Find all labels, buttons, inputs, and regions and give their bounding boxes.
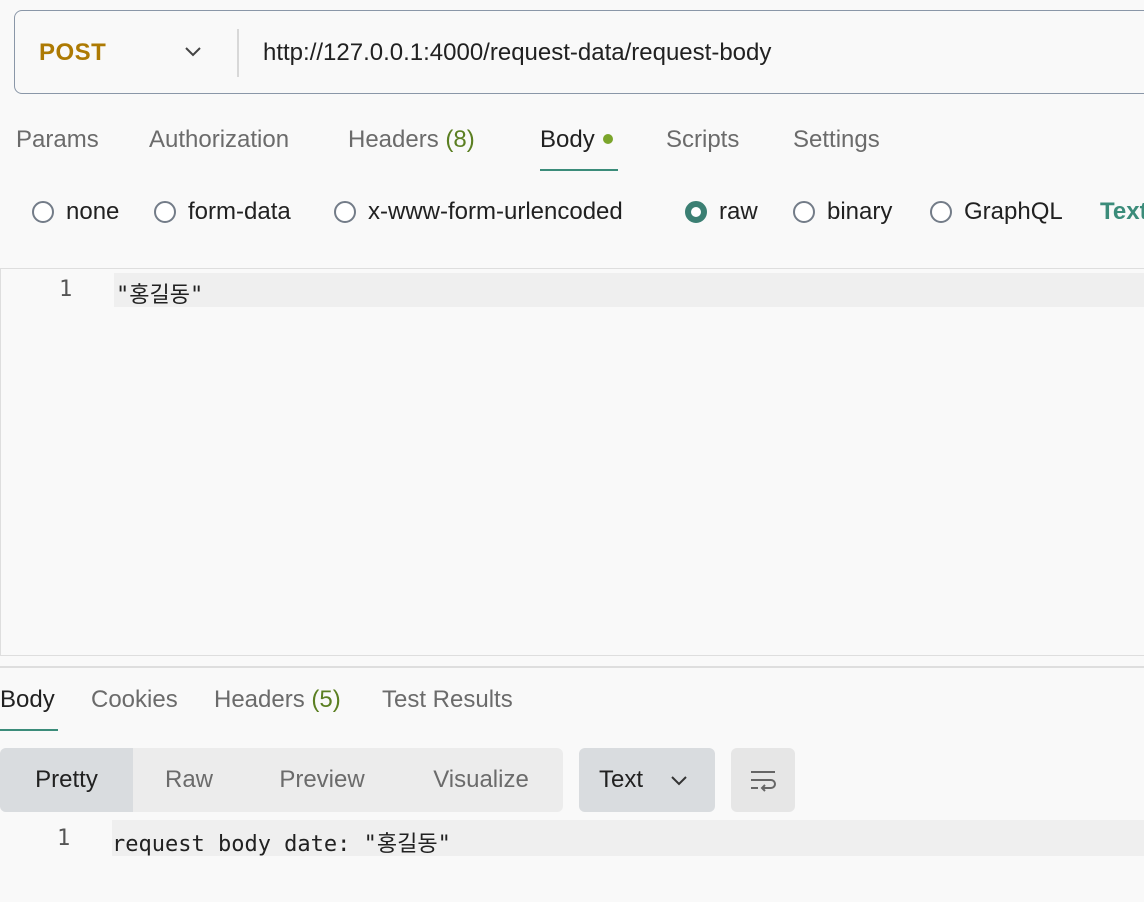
- tab-settings[interactable]: Settings: [793, 126, 880, 154]
- request-url-bar: POST http://127.0.0.1:4000/request-data/…: [14, 10, 1144, 94]
- tab-params[interactable]: Params: [16, 126, 99, 154]
- radio-label: GraphQL: [964, 198, 1063, 225]
- chevron-down-icon: [671, 776, 687, 786]
- divider: [237, 29, 239, 77]
- response-tab-test-results[interactable]: Test Results: [382, 686, 513, 714]
- editor-line[interactable]: "홍길동": [116, 277, 203, 309]
- method-select[interactable]: POST: [39, 39, 106, 67]
- raw-format-select[interactable]: Text: [1100, 198, 1144, 226]
- radio-label: form-data: [188, 198, 291, 225]
- response-format-label: Text: [599, 766, 644, 793]
- response-tab-cookies[interactable]: Cookies: [91, 686, 178, 714]
- wrap-lines-button[interactable]: [731, 748, 795, 812]
- radio-circle-icon: [334, 201, 356, 223]
- active-tab-indicator: [540, 169, 618, 171]
- response-tab-headers-count: (5): [311, 686, 341, 713]
- modified-dot-icon: [602, 133, 613, 144]
- tab-scripts[interactable]: Scripts: [666, 126, 739, 154]
- radio-circle-icon: [793, 201, 815, 223]
- radio-selected-icon: [685, 201, 707, 223]
- request-body-editor[interactable]: [0, 268, 1144, 656]
- radio-binary[interactable]: binary: [793, 198, 892, 226]
- view-raw-button[interactable]: Raw: [133, 748, 245, 812]
- tab-headers-count: (8): [445, 126, 475, 153]
- radio-circle-icon: [930, 201, 952, 223]
- response-tab-headers-label: Headers: [214, 686, 305, 713]
- radio-label: none: [66, 198, 120, 225]
- tab-headers[interactable]: Headers (8): [348, 126, 475, 154]
- radio-circle-icon: [154, 201, 176, 223]
- radio-label: binary: [827, 198, 893, 225]
- tab-body[interactable]: Body: [540, 126, 613, 154]
- panel-divider[interactable]: [0, 666, 1144, 668]
- line-number: 1: [59, 277, 73, 302]
- radio-raw[interactable]: raw: [685, 198, 758, 226]
- wrap-lines-icon: [751, 771, 776, 792]
- response-tab-headers[interactable]: Headers (5): [214, 686, 341, 714]
- tab-body-label: Body: [540, 126, 595, 153]
- radio-graphql[interactable]: GraphQL: [930, 198, 1063, 226]
- tab-authorization[interactable]: Authorization: [149, 126, 289, 154]
- radio-none[interactable]: none: [32, 198, 119, 226]
- view-pretty-button[interactable]: Pretty: [0, 748, 133, 812]
- radio-form-data[interactable]: form-data: [154, 198, 291, 226]
- radio-x-www-form-urlencoded[interactable]: x-www-form-urlencoded: [334, 198, 623, 226]
- response-format-select[interactable]: Text: [579, 748, 715, 812]
- response-tab-body[interactable]: Body: [0, 686, 55, 714]
- view-visualize-button[interactable]: Visualize: [399, 748, 563, 812]
- radio-label: raw: [719, 198, 758, 225]
- active-line-highlight: [114, 273, 1144, 307]
- chevron-down-icon[interactable]: [183, 41, 203, 61]
- active-response-tab-indicator: [0, 729, 58, 731]
- response-line-number: 1: [57, 826, 71, 851]
- response-line: request body date: "홍길동": [112, 832, 451, 857]
- view-preview-button[interactable]: Preview: [245, 748, 399, 812]
- radio-label: x-www-form-urlencoded: [368, 198, 623, 225]
- radio-circle-icon: [32, 201, 54, 223]
- url-input[interactable]: http://127.0.0.1:4000/request-data/reque…: [263, 39, 771, 67]
- tab-headers-label: Headers: [348, 126, 439, 153]
